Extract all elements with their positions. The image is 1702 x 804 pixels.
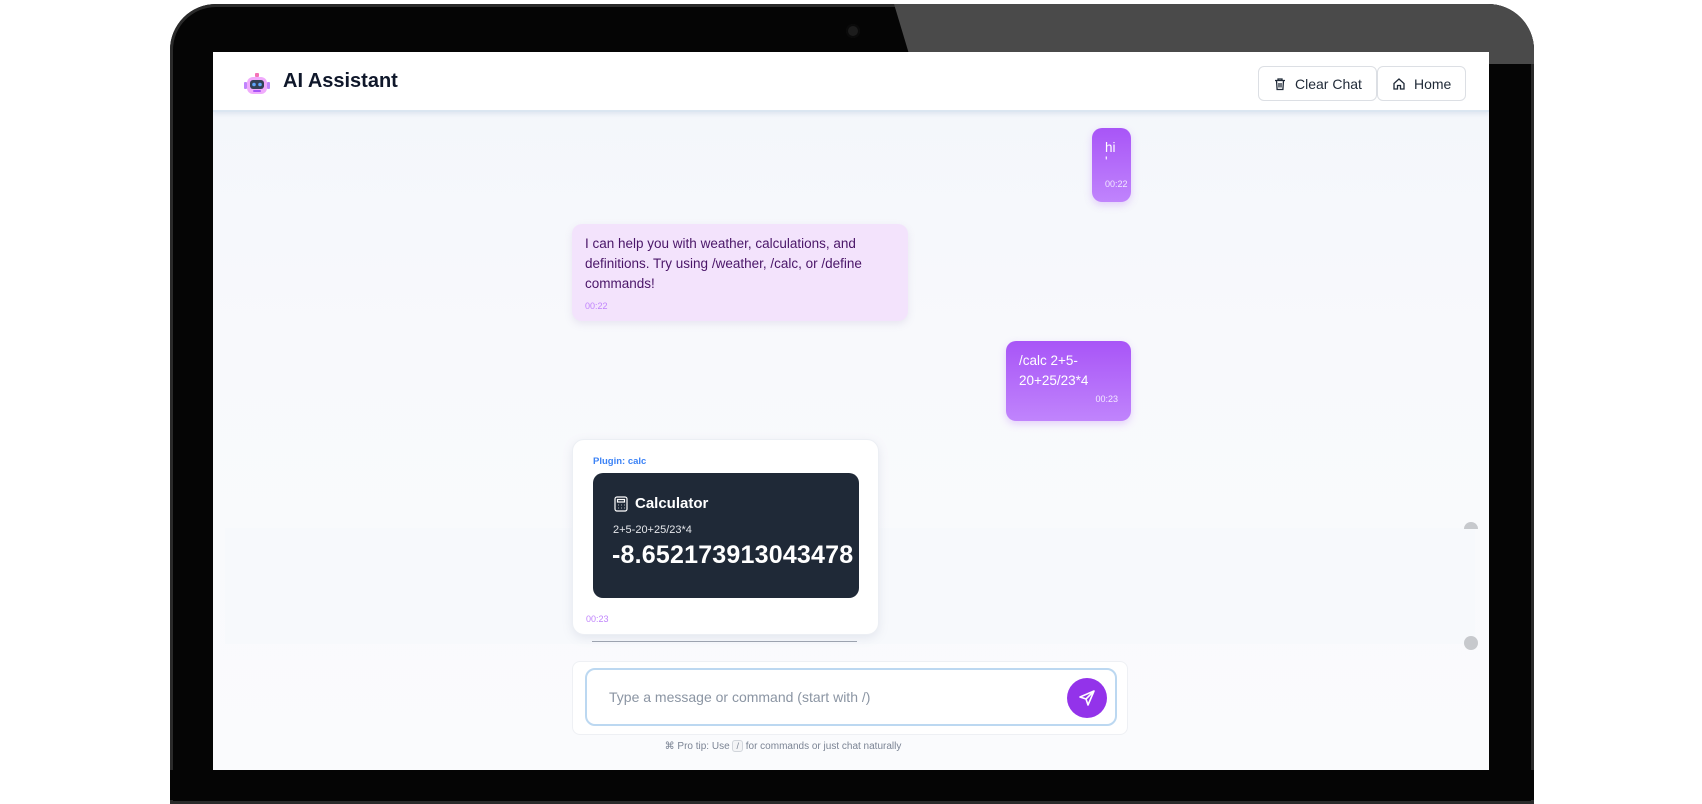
message-text-line: ' xyxy=(1105,154,1108,169)
pro-tip-key: / xyxy=(732,740,743,752)
message-time: 00:22 xyxy=(585,301,608,311)
app-title: AI Assistant xyxy=(283,70,398,92)
composer xyxy=(572,661,1128,735)
clear-chat-label: Clear Chat xyxy=(1295,75,1362,92)
clear-chat-button[interactable]: Clear Chat xyxy=(1258,66,1377,101)
user-message: hi ' 00:22 xyxy=(1092,128,1131,202)
app-header: AI Assistant Clear Chat Home xyxy=(213,52,1489,112)
bot-message: I can help you with weather, calculation… xyxy=(572,224,908,321)
calculator-panel: Calculator 2+5-20+25/23*4 -8.65217391304… xyxy=(593,473,859,598)
message-text-line: 20+25/23*4 xyxy=(1019,373,1089,388)
trash-icon xyxy=(1275,77,1285,90)
home-label: Home xyxy=(1414,75,1452,92)
message-time: 00:23 xyxy=(586,614,609,624)
home-icon xyxy=(1393,77,1405,90)
pro-tip-prefix: ⌘ Pro tip: Use xyxy=(664,741,730,752)
home-button[interactable]: Home xyxy=(1377,66,1467,101)
calculator-result: -8.652173913043478 xyxy=(612,541,854,569)
message-text: I can help you with weather, calculation… xyxy=(585,236,862,291)
app-screen: AI Assistant Clear Chat Home hi ' 00:22 … xyxy=(213,52,1489,770)
plugin-result-card: Plugin: calc Calculator 2+5-20+25/23*4 -… xyxy=(572,439,879,635)
pro-tip-suffix: for commands or just chat naturally xyxy=(745,741,902,752)
message-input-box xyxy=(585,668,1117,726)
robot-logo-icon xyxy=(244,73,270,94)
pro-tip: ⌘ Pro tip: Use / for commands or just ch… xyxy=(213,740,1353,752)
message-text-line: /calc 2+5- xyxy=(1019,353,1078,368)
calculator-expression: 2+5-20+25/23*4 xyxy=(613,524,692,536)
message-time: 00:23 xyxy=(1095,394,1118,404)
calculator-title: Calculator xyxy=(635,495,709,512)
calculator-icon xyxy=(614,496,628,512)
user-message: /calc 2+5- 20+25/23*4 00:23 xyxy=(1006,341,1131,421)
send-button[interactable] xyxy=(1067,678,1107,718)
plugin-label: Plugin: calc xyxy=(593,456,647,467)
message-time: 00:22 xyxy=(1105,179,1128,189)
scrollbar-down-handle[interactable] xyxy=(1464,636,1478,650)
divider xyxy=(592,641,857,642)
send-icon xyxy=(1079,690,1095,706)
laptop-bottom-bezel xyxy=(170,770,1534,800)
webcam xyxy=(846,24,860,38)
message-input[interactable] xyxy=(609,684,1029,710)
